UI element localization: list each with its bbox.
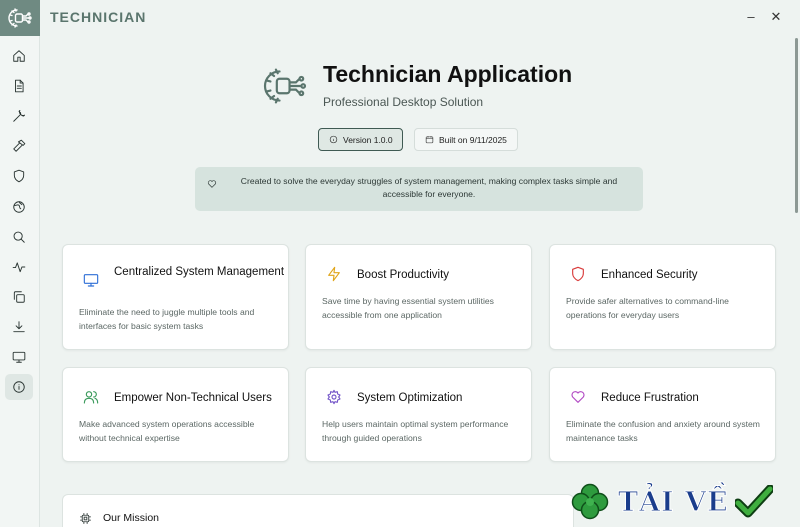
build-date-badge: Built on 9/11/2025 — [414, 128, 518, 151]
card-description: Help users maintain optimal system perfo… — [322, 419, 509, 443]
sidebar-item-build[interactable] — [5, 133, 33, 159]
heart-icon — [207, 180, 217, 188]
feature-card-productivity: Boost Productivity Save time by having e… — [305, 244, 532, 350]
checkmark-icon — [734, 485, 773, 518]
chip-icon — [80, 513, 91, 524]
lightning-icon — [328, 266, 340, 282]
card-icon — [83, 272, 99, 288]
sidebar-item-about[interactable] — [5, 374, 33, 400]
info-icon — [329, 135, 338, 144]
card-description: Save time by having essential system uti… — [322, 296, 494, 320]
info-icon — [13, 381, 25, 393]
card-title: Centralized System Management — [114, 266, 285, 278]
sidebar-item-copy[interactable] — [5, 284, 33, 310]
minimize-button[interactable]: – — [744, 9, 758, 25]
card-description: Make advanced system operations accessib… — [79, 419, 255, 443]
card-icon — [326, 389, 342, 405]
sidebar-item-home[interactable] — [5, 43, 33, 69]
app-logo — [0, 0, 40, 36]
home-icon — [13, 50, 25, 62]
card-icon — [570, 389, 586, 405]
hammer-icon — [13, 139, 26, 152]
shield-icon — [13, 169, 25, 183]
monitor-icon — [83, 274, 99, 287]
page-title: Technician Application — [323, 61, 573, 87]
document-icon — [15, 79, 24, 93]
sidebar-item-display[interactable] — [5, 344, 33, 370]
card-title: Boost Productivity — [357, 269, 450, 281]
hero-logo — [262, 66, 308, 106]
sidebar-item-network[interactable] — [5, 194, 33, 220]
sidebar-item-search[interactable] — [5, 224, 33, 250]
vertical-scrollbar[interactable] — [795, 38, 798, 213]
feature-card-frustration: Reduce Frustration Eliminate the confusi… — [549, 367, 776, 462]
shield-icon — [572, 266, 584, 282]
sidebar-item-activity[interactable] — [5, 254, 33, 280]
sidebar-item-documents[interactable] — [5, 73, 33, 99]
watermark-text: TẢI VỀ — [618, 486, 729, 518]
heart-icon — [571, 391, 585, 403]
version-badge: Version 1.0.0 — [318, 128, 403, 151]
wrench-icon — [13, 109, 26, 122]
feature-card-security: Enhanced Security Provide safer alternat… — [549, 244, 776, 350]
card-description: Eliminate the need to juggle multiple to… — [79, 307, 255, 331]
banner-text: Created to solve the everyday struggles … — [240, 176, 618, 199]
mission-icon — [79, 512, 92, 525]
feature-card-centralized: Centralized System Management Eliminate … — [62, 244, 289, 350]
purpose-banner: Created to solve the everyday struggles … — [195, 167, 643, 211]
card-title: Empower Non-Technical Users — [114, 392, 272, 404]
build-date-label: Built on 9/11/2025 — [439, 134, 507, 145]
feature-card-empower: Empower Non-Technical Users Make advance… — [62, 367, 289, 462]
sidebar — [0, 0, 40, 527]
circuit-gear-icon — [263, 68, 307, 104]
mission-card: Our Mission — [62, 494, 574, 527]
monitor-icon — [12, 351, 26, 363]
users-icon — [83, 391, 99, 404]
card-description: Eliminate the confusion and anxiety arou… — [566, 419, 760, 443]
activity-icon — [12, 262, 26, 273]
watermark: TẢI VỀ — [568, 477, 800, 527]
card-icon — [570, 266, 586, 282]
card-title: Reduce Frustration — [601, 392, 699, 404]
calendar-icon — [425, 136, 434, 144]
version-label: Version 1.0.0 — [343, 134, 393, 145]
close-button[interactable]: ✕ — [769, 9, 783, 25]
mission-title: Our Mission — [103, 512, 160, 524]
app-title: TECHNICIAN — [50, 9, 147, 25]
feature-card-optimization: System Optimization Help users maintain … — [305, 367, 532, 462]
card-title: Enhanced Security — [601, 269, 698, 281]
search-icon — [13, 231, 25, 243]
copy-icon — [13, 291, 25, 303]
circuit-gear-icon — [8, 8, 32, 28]
card-icon — [326, 266, 342, 282]
download-icon — [13, 321, 25, 333]
page-subtitle: Professional Desktop Solution — [323, 95, 484, 109]
globe-icon — [13, 201, 25, 213]
gear-icon — [327, 389, 341, 405]
sidebar-item-tools[interactable] — [5, 103, 33, 129]
sidebar-item-download[interactable] — [5, 314, 33, 340]
card-description: Provide safer alternatives to command-li… — [566, 296, 729, 320]
sidebar-item-security[interactable] — [5, 163, 33, 189]
card-title: System Optimization — [357, 392, 463, 404]
clover-icon — [571, 483, 609, 520]
card-icon — [83, 389, 99, 405]
